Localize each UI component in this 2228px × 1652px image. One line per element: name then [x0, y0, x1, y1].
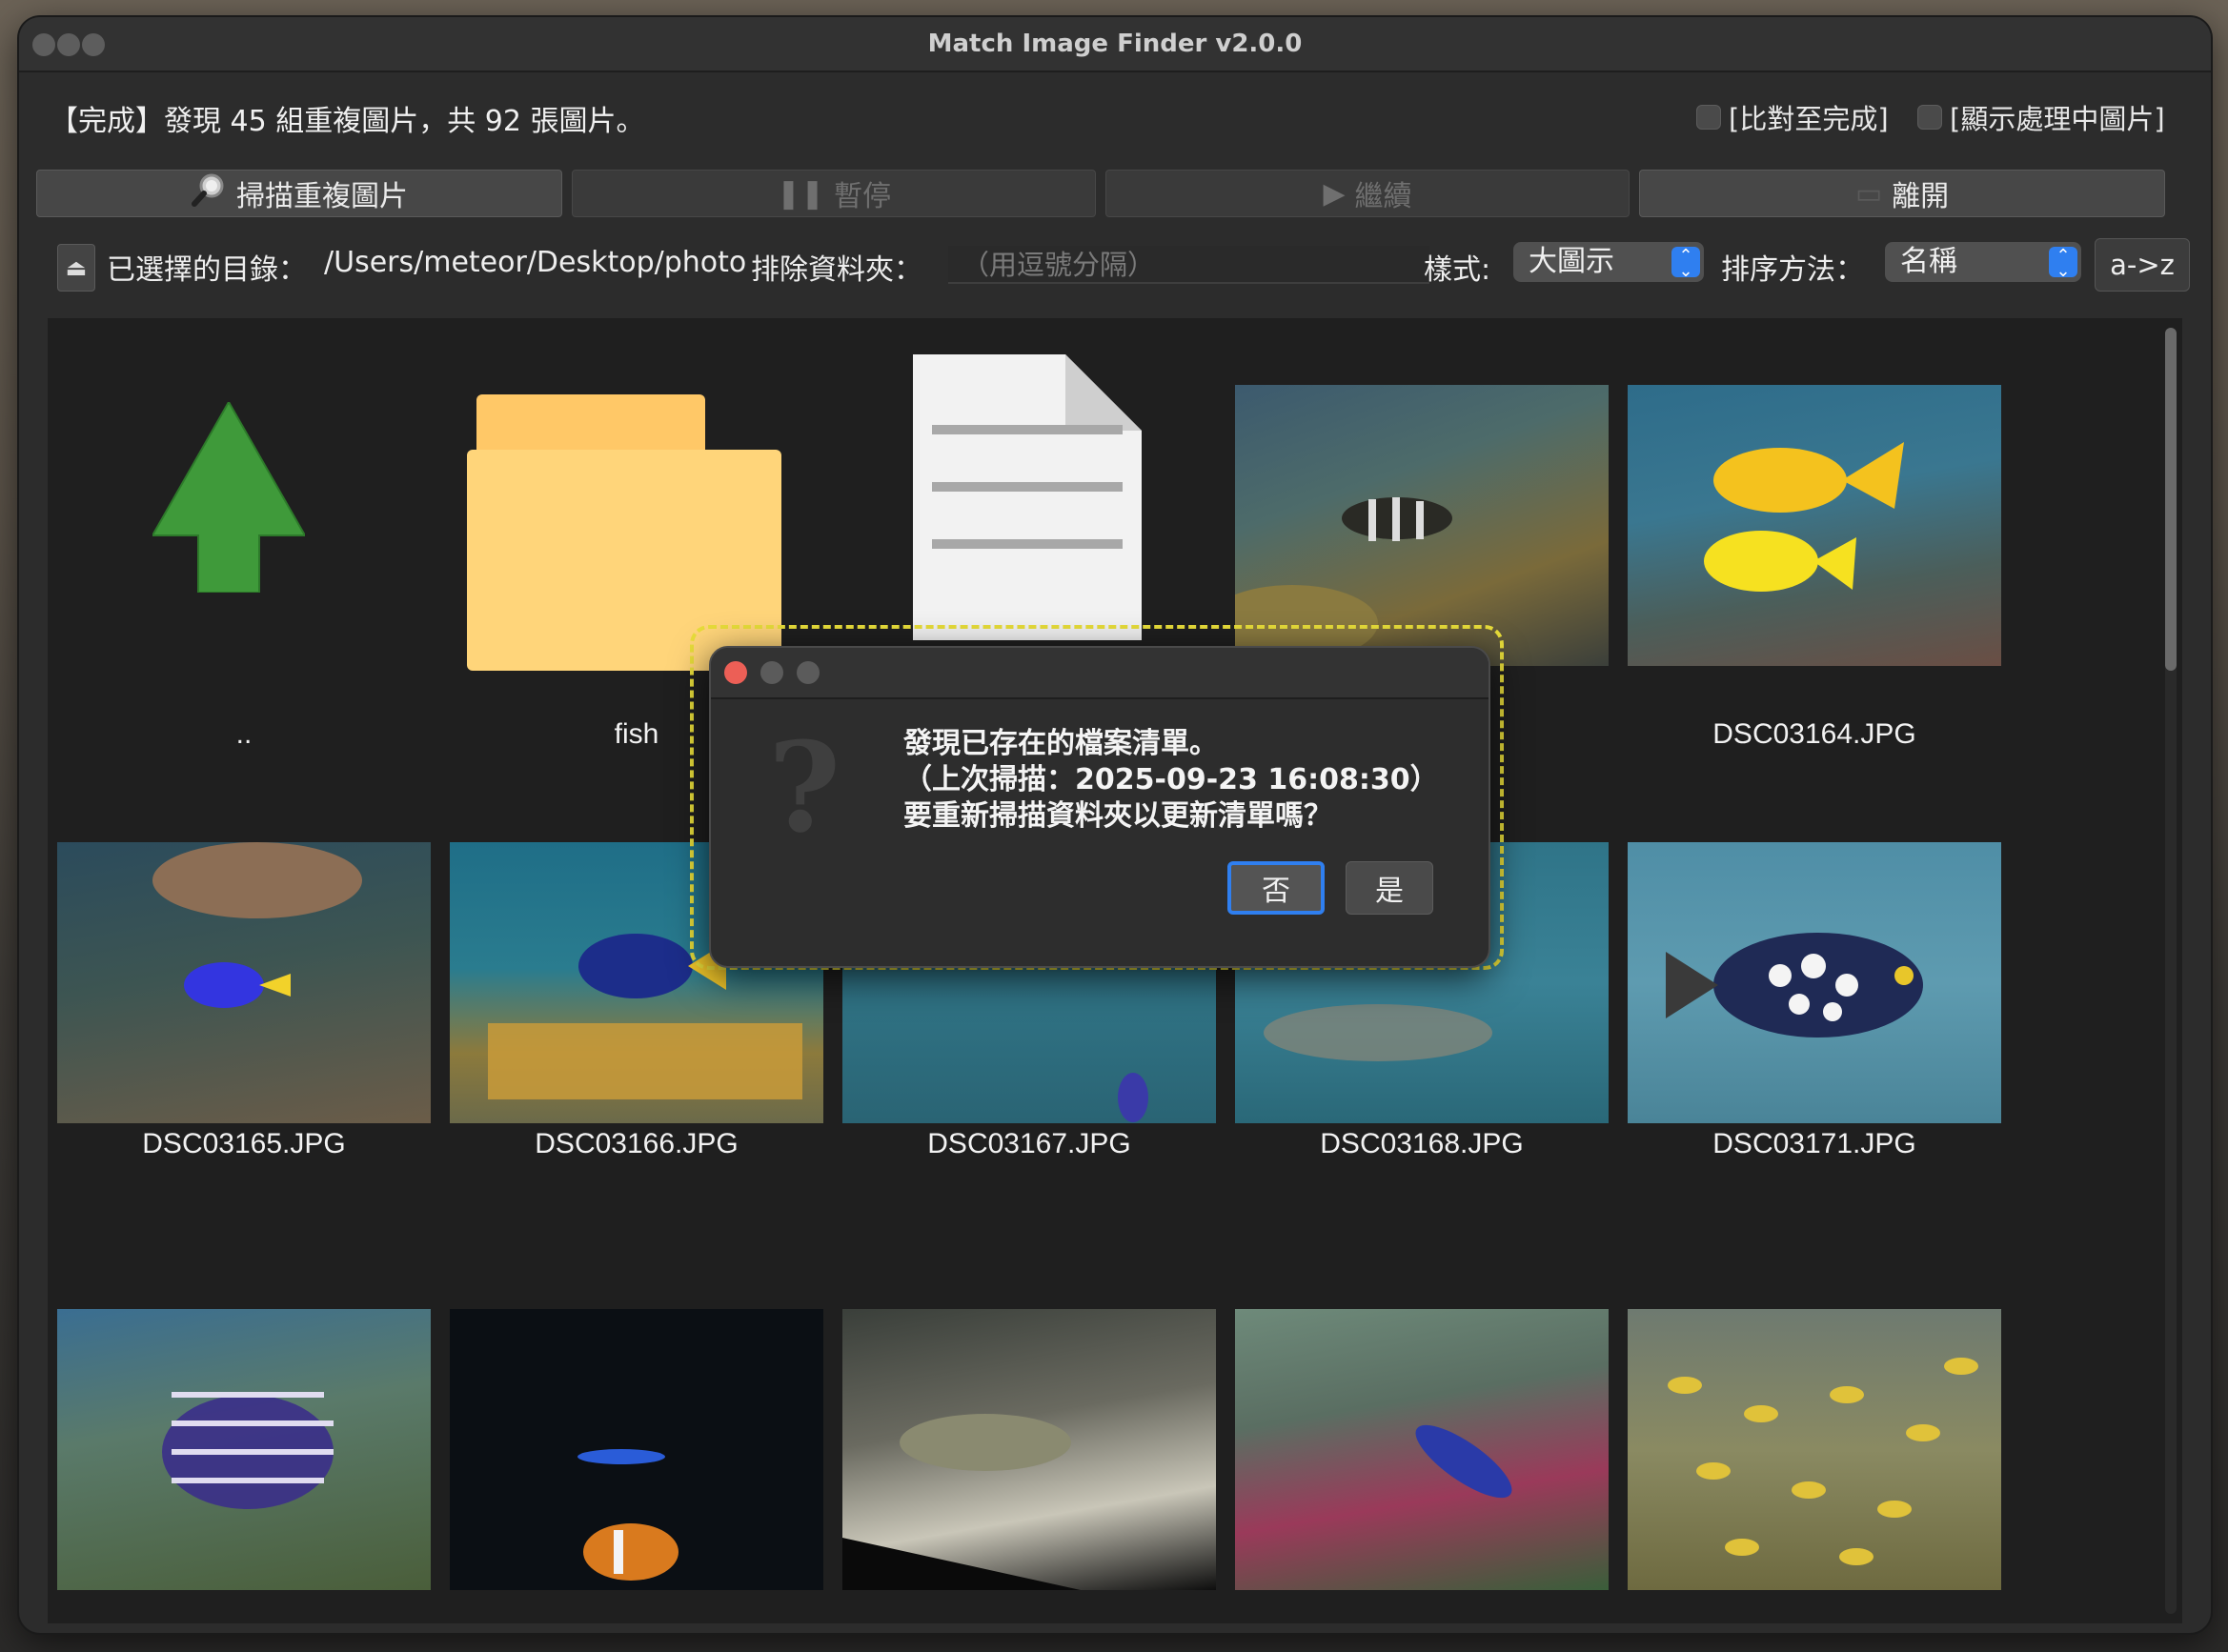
item-caption: DSC03167.JPG [927, 1128, 1131, 1159]
thumbnail-image [1235, 385, 1609, 666]
scrollbar-thumb[interactable] [2165, 328, 2177, 671]
thumbnail-image [842, 1309, 1216, 1590]
exit-door-icon: ▭ [1854, 176, 1883, 211]
grid-item-image[interactable] [48, 1271, 440, 1623]
match-until-done-checkbox[interactable]: [比對至完成] [1696, 97, 1889, 137]
show-processing-checkbox[interactable]: [顯示處理中圖片] [1917, 97, 2165, 137]
no-button[interactable]: 否 [1227, 861, 1325, 915]
dialog-message: 發現已存在的檔案清單。 （上次掃描：2025-09-23 16:08:30） 要… [903, 726, 1439, 835]
dialog-minimize-button[interactable] [760, 661, 783, 684]
style-select[interactable]: 大圖示 ⌃ ⌄ [1513, 242, 1704, 282]
item-caption: DSC03165.JPG [142, 1128, 346, 1159]
item-caption: .. [235, 718, 253, 750]
play-icon: ▶ [1323, 176, 1346, 211]
thumbnail-image [57, 1309, 431, 1590]
scan-button-label: 掃描重複圖片 [236, 180, 408, 213]
grid-item-image[interactable] [440, 1271, 833, 1623]
thumbnail-image [1628, 385, 2001, 666]
continue-button[interactable]: ▶ 繼續 [1105, 170, 1630, 217]
rescan-dialog: ? 發現已存在的檔案清單。 （上次掃描：2025-09-23 16:08:30）… [709, 646, 1490, 968]
window-title: Match Image Finder v2.0.0 [927, 30, 1303, 58]
file-grid[interactable]: .. fish PG [48, 318, 2182, 1623]
dialog-line: （上次掃描：2025-09-23 16:08:30） [903, 763, 1439, 796]
checkbox-box[interactable] [1917, 105, 1942, 130]
dialog-line: 發現已存在的檔案清單。 [903, 727, 1218, 760]
style-select-value: 大圖示 [1529, 245, 1614, 278]
sort-select-value: 名稱 [1900, 245, 1957, 278]
eject-icon: ⏏ [65, 254, 88, 281]
exclude-label: 排除資料夾： [751, 253, 922, 287]
continue-button-label: 繼續 [1354, 180, 1412, 213]
style-label: 樣式: [1424, 253, 1491, 287]
grid-item-image[interactable]: DSC03171.JPG [1618, 804, 2011, 1233]
sort-label: 排序方法： [1721, 253, 1864, 287]
directory-path: /Users/meteor/Desktop/photo [324, 246, 747, 279]
checkbox-label: [比對至完成] [1729, 103, 1889, 135]
item-caption: DSC03166.JPG [535, 1128, 739, 1159]
dialog-zoom-button[interactable] [797, 661, 820, 684]
grid-item-image[interactable] [1225, 1271, 1618, 1623]
exit-button-label: 離開 [1892, 180, 1950, 213]
vertical-scrollbar[interactable] [2165, 328, 2177, 1614]
sort-order-button[interactable]: a->z [2095, 238, 2190, 292]
dialog-line: 要重新掃描資料夾以更新清單嗎？ [903, 799, 1332, 833]
magnifier-icon [191, 171, 227, 215]
grid-item-parent[interactable]: .. [48, 318, 440, 776]
thumbnail-image [1235, 1309, 1609, 1590]
item-caption: DSC03164.JPG [1712, 718, 1916, 750]
item-caption: DSC03171.JPG [1712, 1128, 1916, 1159]
thumbnail-image [450, 1309, 823, 1590]
grid-item-image[interactable] [1618, 1271, 2011, 1623]
question-mark-icon: ? [768, 715, 841, 860]
exclude-folders-input[interactable]: （用逗號分隔） [948, 246, 1429, 284]
directory-label: 已選擇的目錄： [107, 253, 307, 287]
pause-icon: ❚❚ [776, 176, 825, 211]
status-text: 【完成】發現 45 組重複圖片，共 92 張圖片。 [50, 105, 645, 138]
choose-directory-button[interactable]: ⏏ [57, 244, 95, 292]
sort-select[interactable]: 名稱 ⌃ ⌄ [1885, 242, 2081, 282]
document-icon [913, 354, 1142, 640]
exit-button[interactable]: ▭ 離開 [1639, 170, 2165, 217]
dialog-close-button[interactable] [724, 661, 747, 684]
stepper-arrows-icon: ⌃ ⌄ [1671, 247, 1700, 280]
checkbox-box[interactable] [1696, 105, 1721, 130]
thumbnail-image [1628, 1309, 2001, 1590]
grid-item-image[interactable]: DSC03164.JPG [1618, 318, 2011, 776]
title-bar: Match Image Finder v2.0.0 [19, 17, 2211, 72]
item-caption: DSC03168.JPG [1320, 1128, 1524, 1159]
dialog-title-bar [711, 648, 1489, 699]
up-arrow-icon [152, 402, 305, 593]
stepper-arrows-icon: ⌃ ⌄ [2049, 247, 2077, 280]
checkbox-label: [顯示處理中圖片] [1950, 103, 2165, 135]
pause-button[interactable]: ❚❚ 暫停 [572, 170, 1096, 217]
pause-button-label: 暫停 [834, 180, 892, 213]
grid-item-image[interactable] [833, 1271, 1225, 1623]
yes-button[interactable]: 是 [1346, 861, 1433, 915]
scan-button[interactable]: 掃描重複圖片 [36, 170, 562, 217]
grid-item-image[interactable]: DSC03165.JPG [48, 804, 440, 1233]
thumbnail-image [1628, 842, 2001, 1123]
thumbnail-image [57, 842, 431, 1123]
